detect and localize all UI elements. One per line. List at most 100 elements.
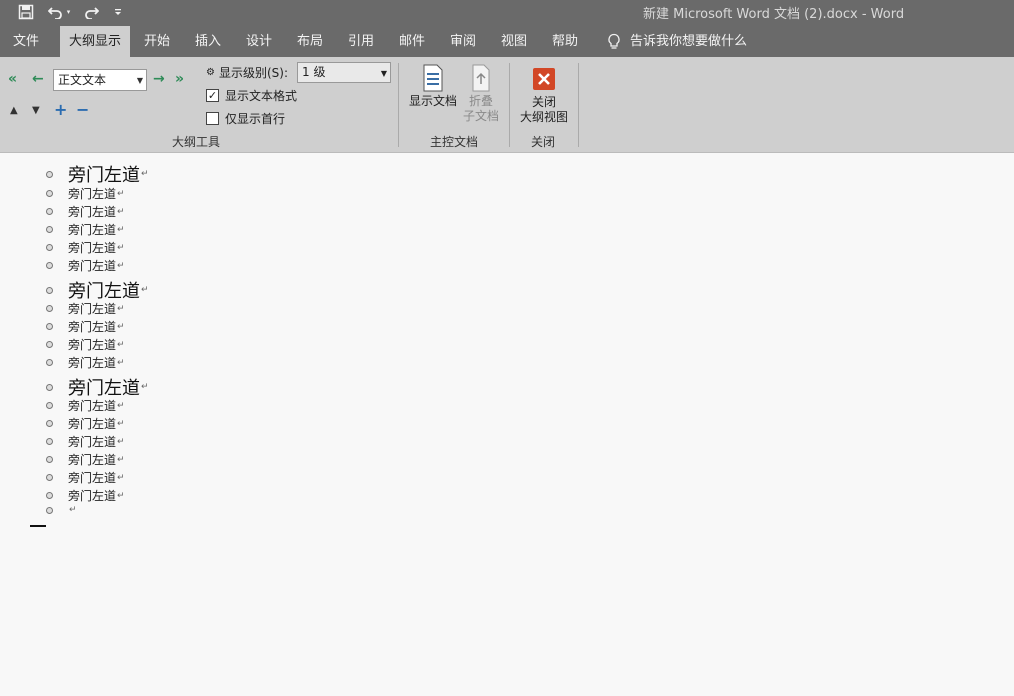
demote-to-body-icon[interactable]: » [175, 71, 184, 87]
show-first-line-only-checkbox[interactable]: 仅显示首行 [206, 110, 285, 127]
document-area[interactable]: 旁门左道 ↵ 旁门左道 ↵ 旁门左道 ↵ 旁门左道 ↵ 旁门左道 ↵ 旁门左道 ↵ 旁门左道… [0, 153, 1014, 696]
tab-insert[interactable]: 插入 [187, 26, 229, 57]
outline-item[interactable]: 旁门左道 ↵ [46, 415, 125, 432]
outline-item[interactable]: 旁门左道 ↵ [46, 257, 125, 274]
collapse-subdocuments-label-2: 子文档 [462, 109, 499, 123]
close-outline-view-button[interactable]: 关闭 大纲视图 [516, 67, 572, 125]
tab-view[interactable]: 视图 [493, 26, 535, 57]
customize-quick-access-icon[interactable] [110, 0, 126, 24]
paragraph-mark: ↵ [141, 285, 149, 295]
expand-icon[interactable]: + [54, 100, 67, 119]
outline-bullet-icon[interactable] [46, 456, 53, 463]
ribbon-tabs: 文件 大纲显示 开始 插入 设计 布局 引用 邮件 审阅 视图 帮助 告诉我你想… [0, 26, 1014, 57]
group-divider [398, 63, 399, 147]
tab-design[interactable]: 设计 [238, 26, 280, 57]
title-bar: ▾ 新建 Microsoft Word 文档 (2).docx - Word [0, 0, 1014, 26]
outline-bullet-icon[interactable] [46, 359, 53, 366]
paragraph-mark: ↵ [117, 400, 125, 411]
master-document-group-label: 主控文档 [430, 135, 479, 149]
save-icon[interactable] [14, 0, 38, 24]
paragraph-mark: ↵ [117, 321, 125, 332]
tab-file[interactable]: 文件 [0, 26, 52, 57]
outline-bullet-icon[interactable] [46, 262, 53, 269]
outline-bullet-icon[interactable] [46, 438, 53, 445]
demote-icon[interactable]: → [153, 71, 165, 87]
outline-item[interactable]: 旁门左道 ↵ [46, 487, 125, 504]
outline-level-dropdown[interactable]: 正文文本 ▼ [53, 69, 147, 91]
outline-bullet-icon[interactable] [46, 286, 53, 294]
outline-bullet-icon[interactable] [46, 341, 53, 348]
outline-item[interactable]: ↵ [46, 505, 77, 515]
show-first-line-only-label: 仅显示首行 [225, 112, 286, 126]
chevron-down-icon: ▼ [136, 76, 143, 85]
outline-tools-group-label: 大纲工具 [172, 135, 221, 149]
outline-bullet-icon[interactable] [46, 190, 53, 197]
outline-bullet-icon[interactable] [46, 244, 53, 251]
checkmark-icon: ✓ [206, 89, 219, 102]
tab-help[interactable]: 帮助 [544, 26, 586, 57]
subdocument-icon [461, 64, 501, 94]
collapse-icon[interactable]: − [76, 100, 89, 119]
outline-body-text: 旁门左道 [68, 223, 117, 237]
outline-item[interactable]: 旁门左道 ↵ [46, 318, 125, 335]
show-level-dropdown[interactable]: 1 级 ▼ [297, 62, 391, 83]
show-document-button[interactable]: 显示文档 [405, 64, 461, 109]
outline-item[interactable]: 旁门左道 ↵ [46, 469, 125, 486]
outline-item[interactable]: 旁门左道 ↵ [46, 451, 125, 468]
show-text-formatting-checkbox[interactable]: ✓ 显示文本格式 [206, 87, 297, 104]
paragraph-mark: ↵ [117, 188, 125, 199]
show-level-label-group: ⚙ 显示级别(S): [206, 64, 288, 81]
outline-body-text: 旁门左道 [68, 241, 117, 255]
outline-bullet-icon[interactable] [46, 402, 53, 409]
move-down-icon[interactable]: ▼ [32, 105, 40, 116]
tab-review[interactable]: 审阅 [442, 26, 484, 57]
chevron-down-icon: ▼ [380, 69, 387, 78]
lightbulb-icon [604, 26, 624, 57]
outline-item[interactable]: 旁门左道 ↵ [46, 239, 125, 256]
outline-item[interactable]: 旁门左道 ↵ [46, 397, 125, 414]
outline-body-text: 旁门左道 [68, 338, 117, 352]
tell-me-search[interactable]: 告诉我你想要做什么 [630, 26, 750, 57]
outline-item[interactable]: 旁门左道 ↵ [46, 203, 125, 220]
outline-bullet-icon[interactable] [46, 323, 53, 330]
promote-to-heading1-icon[interactable]: « [8, 71, 17, 87]
outline-item[interactable]: 旁门左道 ↵ [46, 354, 125, 371]
document-title: 新建 Microsoft Word 文档 (2).docx - Word [643, 7, 905, 22]
paragraph-mark: ↵ [117, 303, 125, 314]
show-level-icon: ⚙ [206, 67, 215, 78]
collapse-subdocuments-label-1: 折叠 [468, 94, 493, 108]
outline-body-text: 旁门左道 [68, 471, 117, 485]
tab-home[interactable]: 开始 [137, 26, 177, 57]
move-up-icon[interactable]: ▲ [10, 105, 18, 116]
outline-item[interactable]: 旁门左道 ↵ [46, 300, 125, 317]
close-outline-view-label-2: 大纲视图 [519, 110, 568, 124]
tab-outline[interactable]: 大纲显示 [60, 26, 130, 57]
outline-item[interactable]: 旁门左道 ↵ [46, 161, 149, 187]
outline-bullet-icon[interactable] [46, 474, 53, 481]
tab-mailings[interactable]: 邮件 [391, 26, 433, 57]
tab-references[interactable]: 引用 [340, 26, 382, 57]
show-level-label: 显示级别(S): [218, 66, 288, 80]
outline-bullet-icon[interactable] [46, 492, 53, 499]
outline-item[interactable]: 旁门左道 ↵ [46, 336, 125, 353]
redo-icon[interactable] [80, 0, 100, 24]
end-of-document-marker [30, 525, 46, 527]
outline-item[interactable]: 旁门左道 ↵ [46, 221, 125, 238]
show-document-label: 显示文档 [408, 94, 457, 108]
paragraph-mark: ↵ [117, 436, 125, 447]
outline-bullet-icon[interactable] [46, 383, 53, 391]
promote-icon[interactable]: ← [32, 71, 44, 87]
outline-bullet-icon[interactable] [46, 420, 53, 427]
collapse-subdocuments-button[interactable]: 折叠 子文档 [461, 64, 501, 124]
outline-item[interactable]: 旁门左道 ↵ [46, 185, 125, 202]
outline-body-text: 旁门左道 [68, 435, 117, 449]
outline-bullet-icon[interactable] [46, 170, 53, 178]
tab-layout[interactable]: 布局 [289, 26, 331, 57]
outline-bullet-icon[interactable] [46, 208, 53, 215]
outline-bullet-icon[interactable] [46, 506, 53, 514]
outline-bullet-icon[interactable] [46, 305, 53, 312]
outline-item[interactable]: 旁门左道 ↵ [46, 433, 125, 450]
paragraph-mark: ↵ [117, 490, 125, 501]
outline-bullet-icon[interactable] [46, 226, 53, 233]
undo-icon[interactable]: ▾ [44, 0, 74, 24]
